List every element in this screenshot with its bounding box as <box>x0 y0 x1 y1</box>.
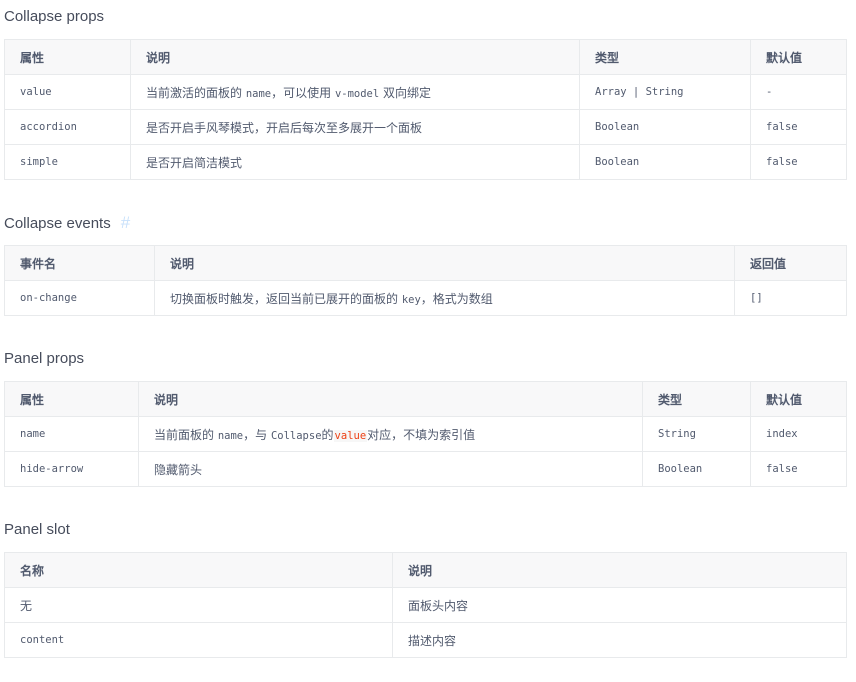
table-row: hide-arrow 隐藏箭头 Boolean false <box>4 451 847 487</box>
prop-type: Boolean <box>579 144 751 180</box>
slot-name: content <box>4 622 393 658</box>
table-header-row: 属性 说明 类型 默认值 <box>4 381 847 417</box>
panel-slot-table: 名称 说明 无 面板头内容 content 描述内容 <box>4 552 847 658</box>
prop-default: - <box>750 74 847 110</box>
header-cell: 说明 <box>138 381 643 417</box>
collapse-props-table: 属性 说明 类型 默认值 value 当前激活的面板的 name，可以使用 v-… <box>4 39 847 180</box>
slot-desc: 描述内容 <box>392 622 847 658</box>
event-return: [] <box>734 280 847 316</box>
header-cell: 默认值 <box>750 381 847 417</box>
table-row: content 描述内容 <box>4 622 847 658</box>
prop-name: value <box>4 74 131 110</box>
header-cell: 名称 <box>4 552 393 588</box>
prop-desc: 隐藏箭头 <box>138 451 643 487</box>
header-cell: 属性 <box>4 381 139 417</box>
prop-desc: 当前面板的 name，与 Collapse的value对应，不填为索引值 <box>138 416 643 452</box>
header-cell: 默认值 <box>750 39 847 75</box>
prop-name: hide-arrow <box>4 451 139 487</box>
desc-text: 切换面板时触发，返回当前已展开的面板的 <box>170 291 402 306</box>
desc-text: 当前面板的 <box>154 427 218 442</box>
header-cell: 类型 <box>579 39 751 75</box>
header-cell: 说明 <box>154 245 735 281</box>
desc-text: 当前激活的面板的 <box>146 85 246 100</box>
desc-text: ，与 <box>243 427 271 442</box>
desc-text: 对应，不填为索引值 <box>367 427 476 442</box>
prop-name: simple <box>4 144 131 180</box>
desc-code: Collapse <box>270 429 322 442</box>
table-header-row: 事件名 说明 返回值 <box>4 245 847 281</box>
header-cell: 说明 <box>392 552 847 588</box>
table-header-row: 属性 说明 类型 默认值 <box>4 39 847 75</box>
collapse-events-table: 事件名 说明 返回值 on-change 切换面板时触发，返回当前已展开的面板的… <box>4 245 847 316</box>
prop-default: index <box>750 416 847 452</box>
prop-type: Boolean <box>642 451 751 487</box>
slot-desc: 面板头内容 <box>392 587 847 623</box>
section-title-collapse-props: Collapse props <box>4 8 105 25</box>
table-header-row: 名称 说明 <box>4 552 847 588</box>
desc-text: 的 <box>321 427 334 442</box>
table-row: name 当前面板的 name，与 Collapse的value对应，不填为索引… <box>4 416 847 452</box>
prop-default: false <box>750 109 847 145</box>
table-row: simple 是否开启简洁模式 Boolean false <box>4 144 847 180</box>
desc-text: ，格式为数组 <box>420 291 493 306</box>
desc-text: 双向绑定 <box>379 85 432 100</box>
prop-desc: 是否开启简洁模式 <box>130 144 580 180</box>
section-title-panel-props: Panel props <box>4 350 85 367</box>
header-cell: 事件名 <box>4 245 155 281</box>
inline-code-highlight: value <box>333 429 368 442</box>
section-title-text: Collapse events <box>4 215 111 232</box>
prop-type: Boolean <box>579 109 751 145</box>
desc-code: name <box>245 87 272 100</box>
table-row: on-change 切换面板时触发，返回当前已展开的面板的 key，格式为数组 … <box>4 280 847 316</box>
desc-code: v-model <box>334 87 380 100</box>
prop-type: Array | String <box>579 74 751 110</box>
section-title-collapse-events: Collapse events # <box>4 213 130 233</box>
event-name: on-change <box>4 280 155 316</box>
prop-desc: 当前激活的面板的 name，可以使用 v-model 双向绑定 <box>130 74 580 110</box>
header-cell: 类型 <box>642 381 751 417</box>
desc-text: ，可以使用 <box>271 85 335 100</box>
slot-name: 无 <box>4 587 393 623</box>
header-cell: 属性 <box>4 39 131 75</box>
table-row: value 当前激活的面板的 name，可以使用 v-model 双向绑定 Ar… <box>4 74 847 110</box>
prop-name: accordion <box>4 109 131 145</box>
prop-default: false <box>750 144 847 180</box>
header-cell: 返回值 <box>734 245 847 281</box>
anchor-link[interactable]: # <box>121 213 130 232</box>
section-title-panel-slot: Panel slot <box>4 521 70 538</box>
panel-props-table: 属性 说明 类型 默认值 name 当前面板的 name，与 Collapse的… <box>4 381 847 487</box>
prop-default: false <box>750 451 847 487</box>
desc-code: name <box>217 429 244 442</box>
prop-name: name <box>4 416 139 452</box>
header-cell: 说明 <box>130 39 580 75</box>
table-row: 无 面板头内容 <box>4 587 847 623</box>
event-desc: 切换面板时触发，返回当前已展开的面板的 key，格式为数组 <box>154 280 735 316</box>
prop-type: String <box>642 416 751 452</box>
prop-desc: 是否开启手风琴模式，开启后每次至多展开一个面板 <box>130 109 580 145</box>
desc-code: key <box>401 293 421 306</box>
table-row: accordion 是否开启手风琴模式，开启后每次至多展开一个面板 Boolea… <box>4 109 847 145</box>
